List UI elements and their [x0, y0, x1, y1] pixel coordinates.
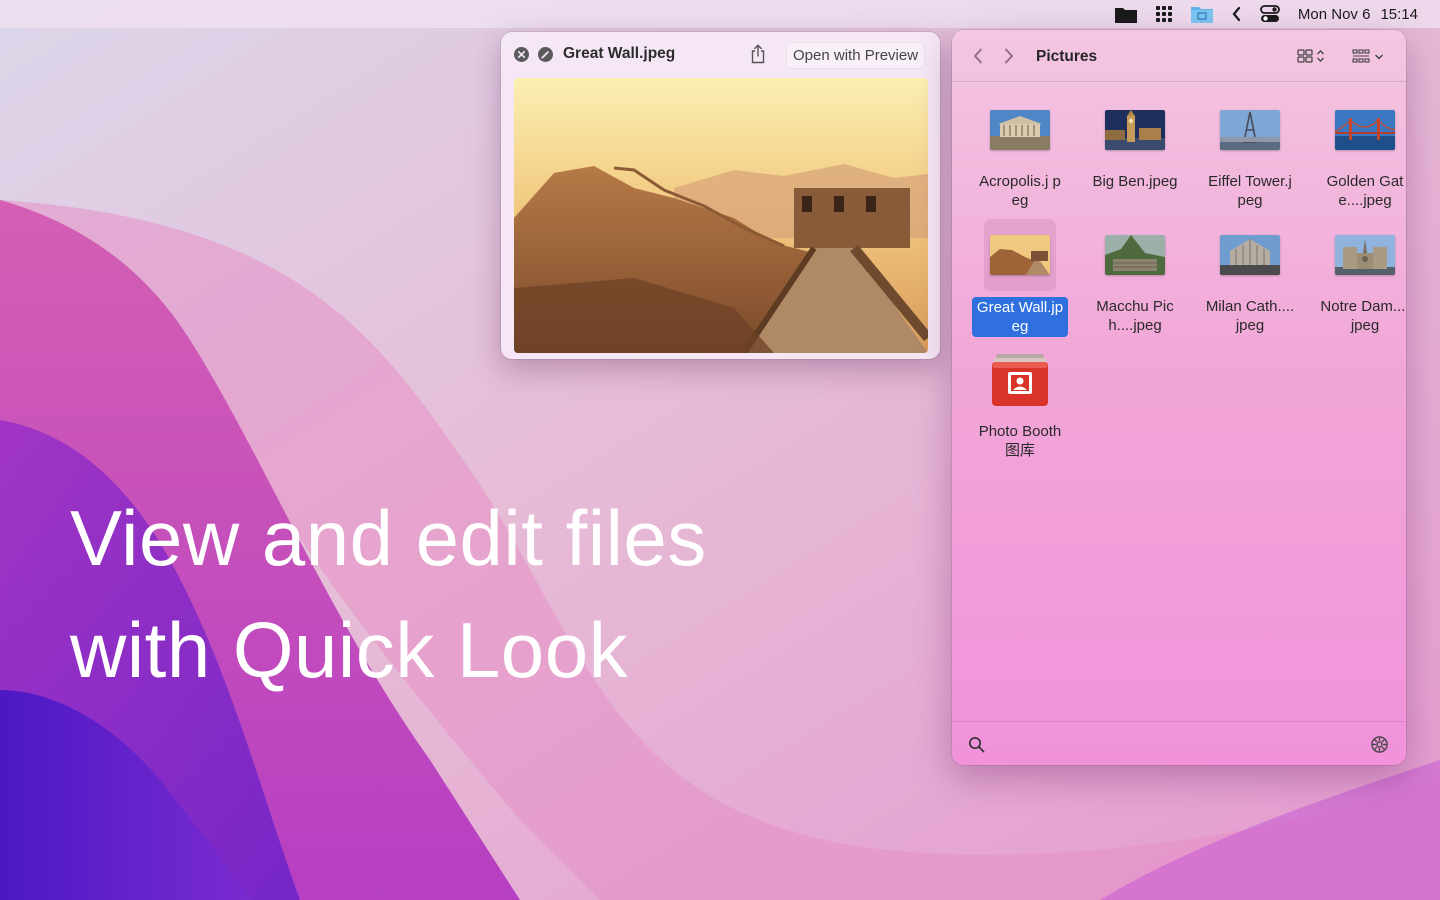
big-ben-thumbnail [1105, 110, 1165, 150]
gear-icon [1371, 736, 1388, 753]
file-name: Eiffel Tower.jpeg [1208, 173, 1292, 209]
eiffel-tower-thumbnail [1220, 110, 1280, 150]
golden-gate-thumbnail [1335, 110, 1395, 150]
menu-bar-time: 15:14 [1380, 5, 1418, 23]
chevron-left-icon[interactable] [1232, 6, 1242, 22]
control-center-icon[interactable] [1260, 5, 1280, 23]
up-down-chevron-icon [1317, 50, 1324, 62]
quick-look-window: Great Wall.jpeg Open with Preview [501, 32, 940, 359]
markup-button[interactable] [538, 47, 553, 62]
finder-panel: Pictures Acropolis.j peg Big Ben.jpeg Ei… [952, 30, 1406, 765]
file-thumbnail [1214, 94, 1286, 166]
file-name: Great Wall.jpeg [972, 297, 1068, 337]
menu-bar: Mon Nov 6 15:14 [0, 0, 1440, 28]
file-name: Photo Booth图库 [978, 423, 1062, 459]
file-name: Milan Cath....jpeg [1205, 298, 1295, 334]
chevron-right-icon [1005, 48, 1014, 64]
icon-grid-view-icon [1297, 49, 1313, 63]
acropolis-thumbnail [990, 110, 1050, 150]
finder-icon[interactable] [1190, 4, 1214, 24]
file-thumbnail [1329, 219, 1401, 291]
search-button[interactable] [968, 736, 985, 758]
file-thumbnail [984, 94, 1056, 166]
file-name: Notre Dam....jpeg [1320, 298, 1406, 334]
back-button[interactable] [972, 48, 984, 69]
app-grid-icon[interactable] [1155, 6, 1172, 22]
headline-line-1: View and edit files [70, 494, 707, 582]
group-by-button[interactable] [1352, 49, 1384, 65]
file-name: Golden Gate....jpeg [1326, 173, 1404, 209]
close-button[interactable] [514, 47, 529, 62]
markup-pen-icon [541, 51, 549, 59]
milan-cathedral-thumbnail [1220, 235, 1280, 275]
great-wall-thumbnail [990, 235, 1050, 275]
share-button[interactable] [749, 44, 767, 69]
finder-toolbar: Pictures [952, 30, 1406, 82]
file-thumbnail [984, 344, 1056, 416]
forward-button[interactable] [1003, 48, 1015, 69]
headline: View and edit files with Quick Look [70, 482, 707, 706]
view-mode-button[interactable] [1297, 49, 1325, 63]
open-with-preview-button[interactable]: Open with Preview [786, 42, 926, 69]
share-icon [751, 44, 765, 64]
file-thumbnail [984, 219, 1056, 291]
chevron-down-icon [1374, 54, 1384, 60]
search-icon [968, 736, 985, 753]
group-view-icon [1352, 49, 1370, 63]
close-icon [517, 50, 526, 59]
great-wall-preview-image [514, 78, 928, 353]
file-name: Macchu Pich....jpeg [1096, 298, 1174, 334]
menu-bar-date: Mon Nov 6 [1297, 5, 1371, 23]
file-name: Acropolis.j peg [979, 173, 1061, 209]
notre-dame-thumbnail [1335, 235, 1395, 275]
quick-look-title: Great Wall.jpeg [563, 45, 676, 62]
finder-bottom-bar [952, 721, 1406, 765]
headline-line-2: with Quick Look [70, 606, 629, 694]
file-thumbnail [1214, 219, 1286, 291]
file-thumbnail [1099, 219, 1171, 291]
macchu-picchu-thumbnail [1105, 235, 1165, 275]
file-name: Big Ben.jpeg [1092, 173, 1178, 190]
folder-title: Pictures [1036, 48, 1098, 65]
folder-icon[interactable] [1114, 5, 1138, 24]
settings-button[interactable] [1370, 735, 1389, 759]
file-thumbnail [1099, 94, 1171, 166]
photo-booth-library-icon [992, 354, 1048, 406]
menu-bar-clock[interactable]: Mon Nov 6 15:14 [1298, 6, 1418, 23]
chevron-left-icon [973, 48, 982, 64]
file-thumbnail [1329, 94, 1401, 166]
